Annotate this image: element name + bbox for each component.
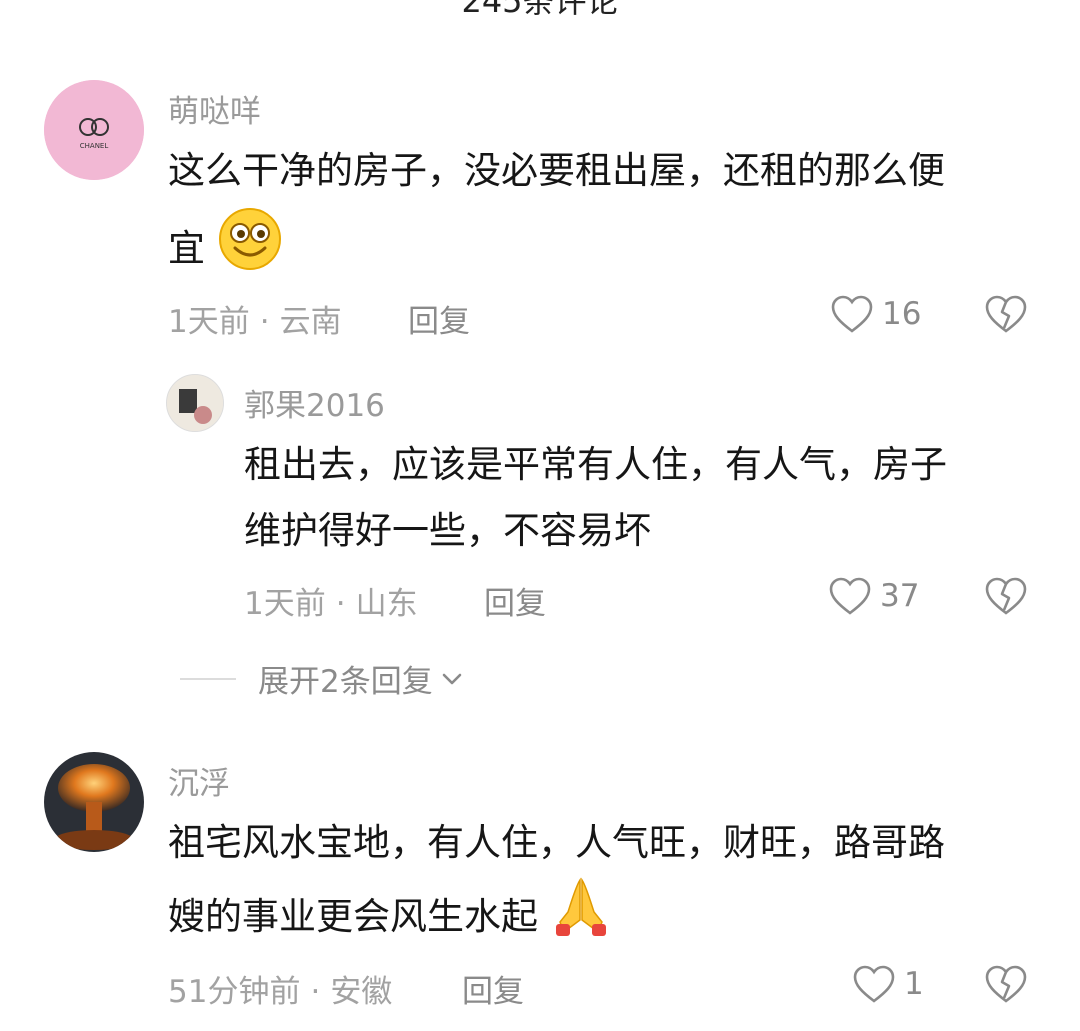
comment-time: 51分钟前 bbox=[168, 974, 301, 1010]
svg-text:CHANEL: CHANEL bbox=[80, 142, 109, 150]
expand-replies-label: 展开2条回复 bbox=[258, 664, 433, 700]
expand-replies-button[interactable]: 展开2条回复 bbox=[180, 656, 465, 701]
avatar[interactable]: CHANEL bbox=[44, 80, 144, 180]
comment-location: 安徽 bbox=[330, 974, 393, 1010]
heart-outline-icon bbox=[831, 295, 873, 333]
broken-heart-icon bbox=[985, 577, 1027, 615]
username[interactable]: 沉浮 bbox=[168, 758, 230, 803]
comment-count-title: 245条评论 bbox=[461, 0, 619, 20]
comment-text-line-part: 嫂的事业更会风生水起 bbox=[168, 895, 538, 938]
comment-meta: 51分钟前 · 安徽 bbox=[168, 966, 392, 1011]
comment-time: 1天前 bbox=[244, 586, 326, 622]
explosion-photo-icon bbox=[44, 752, 144, 852]
avatar[interactable] bbox=[166, 374, 224, 432]
smile-emoji bbox=[217, 206, 283, 295]
comment-location: 山东 bbox=[355, 586, 418, 622]
username[interactable]: 萌哒咩 bbox=[168, 86, 261, 131]
like-count: 1 bbox=[904, 966, 924, 1002]
like-count: 16 bbox=[882, 296, 922, 332]
heart-outline-icon bbox=[829, 577, 871, 615]
like-count: 37 bbox=[880, 578, 920, 614]
comment-location: 云南 bbox=[279, 304, 342, 340]
reply-button[interactable]: 回复 bbox=[408, 296, 470, 341]
chevron-down-icon bbox=[442, 673, 462, 684]
comment-meta: 1天前 · 山东 bbox=[244, 578, 418, 623]
expand-divider bbox=[180, 677, 236, 680]
praying-hands-emoji bbox=[550, 876, 612, 961]
dislike-button[interactable] bbox=[984, 964, 1028, 1008]
reply-button[interactable]: 回复 bbox=[484, 578, 546, 623]
comment-meta: 1天前 · 云南 bbox=[168, 296, 342, 341]
comment-text-line: 维护得好一些，不容易坏 bbox=[244, 509, 651, 552]
comment-text-line: 祖宅风水宝地，有人住，人气旺，财旺，路哥路 bbox=[168, 821, 945, 864]
username[interactable]: 郭果2016 bbox=[244, 380, 385, 425]
avatar-photo-icon bbox=[167, 375, 223, 431]
avatar[interactable] bbox=[44, 752, 144, 852]
broken-heart-icon bbox=[985, 295, 1027, 333]
broken-heart-icon bbox=[985, 965, 1027, 1003]
heart-outline-icon bbox=[853, 965, 895, 1003]
comment-text-line: 嫂的事业更会风生水起 bbox=[168, 876, 612, 961]
meta-separator: · bbox=[310, 974, 321, 1010]
like-button[interactable]: 16 bbox=[830, 294, 921, 334]
comment-text-line: 租出去，应该是平常有人住，有人气，房子 bbox=[244, 443, 947, 486]
like-button[interactable]: 37 bbox=[828, 576, 919, 616]
dislike-button[interactable] bbox=[984, 294, 1028, 338]
like-button[interactable]: 1 bbox=[852, 964, 924, 1004]
meta-separator: · bbox=[335, 586, 346, 622]
dislike-button[interactable] bbox=[984, 576, 1028, 620]
meta-separator: · bbox=[259, 304, 270, 340]
comment-text-line-part: 宜 bbox=[168, 227, 205, 270]
reply-button[interactable]: 回复 bbox=[462, 966, 524, 1011]
chanel-logo-icon: CHANEL bbox=[44, 80, 144, 180]
comment-text-line: 宜 bbox=[168, 206, 283, 295]
comment-time: 1天前 bbox=[168, 304, 250, 340]
comment-text-line: 这么干净的房子，没必要租出屋，还租的那么便 bbox=[168, 149, 945, 192]
